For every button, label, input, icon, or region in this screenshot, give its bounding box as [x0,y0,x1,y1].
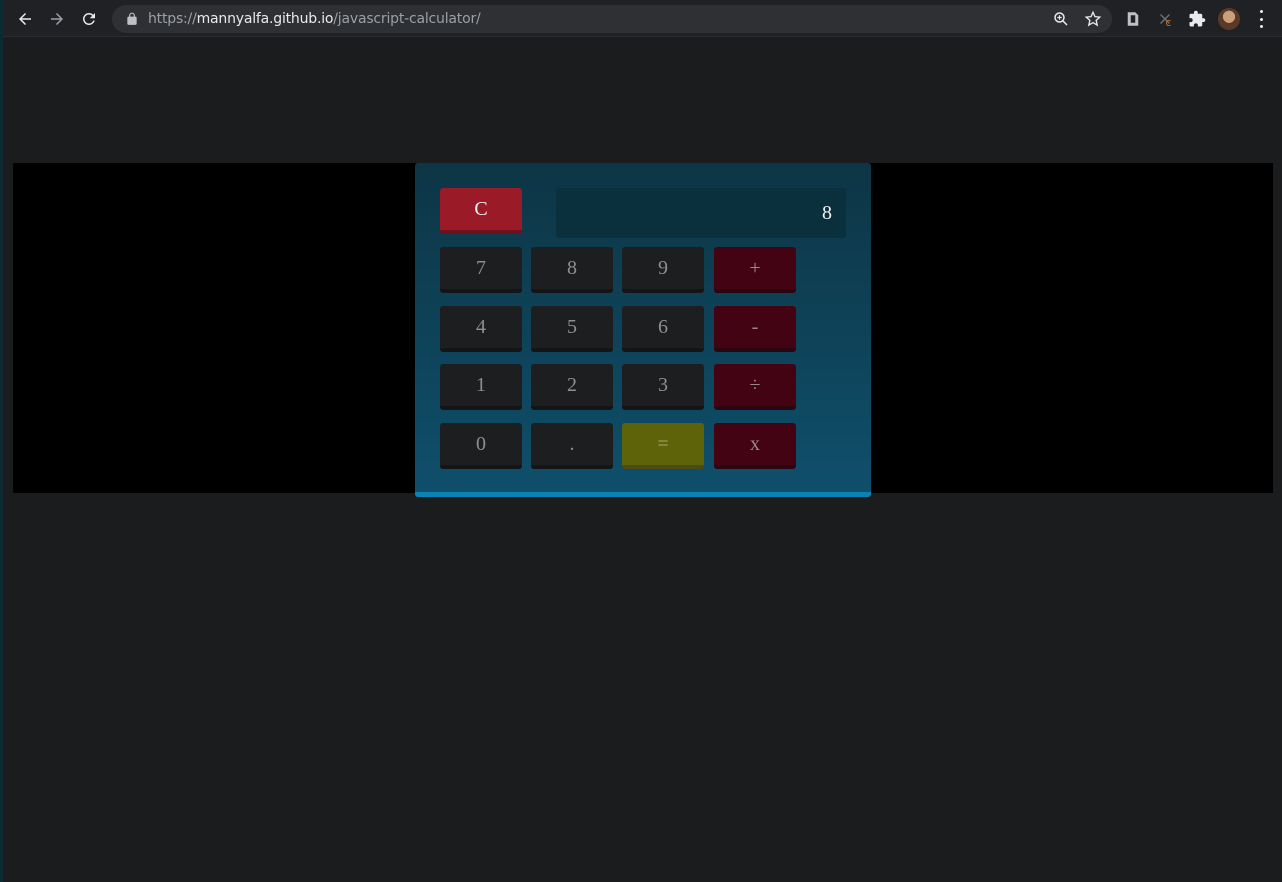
key-7[interactable]: 7 [440,247,522,293]
profile-avatar[interactable] [1218,8,1240,30]
calculator: C 8 7 8 9 + 4 5 6 - 1 2 3 ÷ 0 . = x [415,163,871,497]
key-5[interactable]: 5 [531,306,613,352]
key-2[interactable]: 2 [531,364,613,410]
browser-toolbar: https://mannyalfa.github.io/javascript-c… [3,0,1282,37]
back-button[interactable] [12,6,38,32]
forward-button[interactable] [44,6,70,32]
key-4[interactable]: 4 [440,306,522,352]
calculator-display: 8 [556,188,846,238]
forward-icon [51,13,63,25]
star-icon[interactable] [1084,10,1102,28]
reload-button[interactable] [76,6,102,32]
key-9[interactable]: 9 [622,247,704,293]
key-8[interactable]: 8 [531,247,613,293]
multiply-button[interactable]: x [714,423,796,469]
menu-icon[interactable] [1256,10,1266,28]
zoom-icon[interactable] [1052,10,1070,28]
bug-extension-icon: C [1159,13,1171,28]
divide-button[interactable]: ÷ [714,364,796,410]
subtract-button[interactable]: - [714,306,796,352]
key-3[interactable]: 3 [622,364,704,410]
key-0[interactable]: 0 [440,423,522,469]
address-bar[interactable]: https://mannyalfa.github.io/javascript-c… [112,5,1112,33]
key-6[interactable]: 6 [622,306,704,352]
extension-button[interactable] [1123,9,1143,29]
desktop-edge [0,0,3,882]
add-button[interactable]: + [714,247,796,293]
reload-icon [82,12,95,25]
equals-button[interactable]: = [622,423,704,469]
decimal-button[interactable]: . [531,423,613,469]
puzzle-icon [1189,10,1206,27]
lock-icon [127,12,137,25]
key-1[interactable]: 1 [440,364,522,410]
svg-text:C: C [1166,19,1171,28]
url-host: mannyalfa.github.io [196,11,334,27]
extension-button-2[interactable]: C [1155,9,1175,29]
url-path: /javascript-calculator/ [333,11,481,27]
back-icon [19,13,31,25]
clear-button[interactable]: C [440,188,522,234]
extension-icon [1127,12,1139,26]
url-scheme: https:// [148,11,197,27]
url-text: https://mannyalfa.github.io/javascript-c… [148,11,481,27]
extensions-menu-button[interactable] [1187,9,1207,29]
